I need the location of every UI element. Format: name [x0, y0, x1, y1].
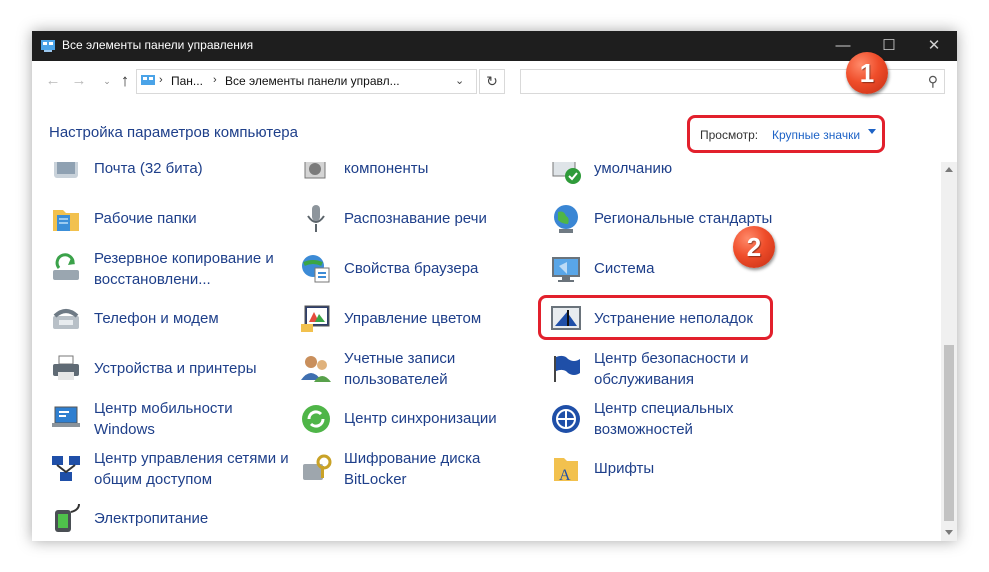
item-label: Распознавание речи	[344, 210, 487, 227]
item-label: Центр управления сетями и общим доступом	[94, 450, 289, 488]
close-button[interactable]: ✕	[911, 31, 957, 61]
item-label: Управление цветом	[344, 310, 482, 327]
breadcrumb-item[interactable]: Все элементы панели управл...	[225, 74, 400, 88]
step-badge-2: 2	[733, 226, 775, 268]
users-icon	[301, 356, 331, 382]
item-security-maintenance[interactable]: Центр безопасности и обслуживания	[549, 350, 797, 396]
item-label: Телефон и модем	[94, 310, 219, 327]
step-badge-1: 1	[846, 52, 888, 94]
item-label: Центр мобильности Windows	[94, 400, 233, 438]
item-programs[interactable]: компоненты	[299, 162, 547, 196]
scroll-thumb[interactable]	[944, 345, 954, 521]
color-management-icon	[301, 305, 330, 332]
printer-icon	[53, 355, 79, 380]
backup-icon	[53, 253, 79, 280]
control-panel-window: Все элементы панели управления — ☐ ✕ ← →…	[32, 31, 957, 541]
item-mobility-center[interactable]: Центр мобильности Windows	[49, 400, 297, 446]
highlight-box-troubleshooting	[538, 295, 773, 340]
work-folders-icon	[53, 210, 79, 231]
navigation-bar: ← → ⌄ ↑ › Пан... › Все элементы панели у…	[32, 61, 957, 103]
item-fonts[interactable]: A Шрифты	[549, 452, 797, 496]
item-label: Резервное копирование и восстановлени...	[94, 250, 274, 288]
default-programs-icon	[552, 162, 581, 184]
item-label: Электропитание	[94, 510, 209, 527]
item-browser-properties[interactable]: Свойства браузера	[299, 252, 547, 296]
scroll-up-arrow-icon[interactable]	[945, 167, 953, 172]
item-label: Свойства браузера	[344, 260, 479, 277]
item-mail[interactable]: Почта (32 бита)	[49, 162, 297, 196]
item-network-center[interactable]: Центр управления сетями и общим доступом	[49, 450, 297, 496]
item-label: умолчанию	[594, 162, 673, 177]
item-color-management[interactable]: Управление цветом	[299, 302, 547, 346]
item-default-programs[interactable]: умолчанию	[549, 162, 797, 196]
system-icon	[552, 257, 580, 282]
item-label: Шифрование диска BitLocker	[344, 450, 481, 488]
item-label: Региональные стандарты	[594, 210, 773, 227]
back-arrow-icon[interactable]: ←	[44, 72, 62, 90]
forward-arrow-icon[interactable]: →	[70, 72, 88, 90]
accessibility-icon	[552, 405, 580, 433]
window-title: Все элементы панели управления	[62, 38, 254, 52]
item-label: Центр безопасности и обслуживания	[594, 350, 749, 388]
item-power-options[interactable]: Электропитание	[49, 502, 297, 541]
up-arrow-icon[interactable]: ↑	[116, 72, 134, 90]
breadcrumb-separator: ›	[159, 74, 163, 86]
control-panel-icon	[41, 40, 55, 52]
address-bar[interactable]: › Пан... › Все элементы панели управл...…	[136, 69, 477, 94]
item-phone-modem[interactable]: Телефон и модем	[49, 302, 297, 346]
svg-text:A: A	[559, 467, 571, 484]
power-icon	[55, 503, 80, 532]
item-sync-center[interactable]: Центр синхронизации	[299, 402, 547, 446]
item-label: Рабочие папки	[94, 210, 197, 227]
breadcrumb-item[interactable]: Пан...	[171, 74, 203, 88]
item-label: Почта (32 бита)	[94, 162, 203, 177]
fonts-icon: A	[554, 458, 578, 484]
breadcrumb-separator: ›	[213, 74, 217, 86]
page-title: Настройка параметров компьютера	[49, 124, 298, 141]
programs-icon	[304, 162, 326, 179]
chevron-down-icon[interactable]: ⌄	[455, 74, 464, 87]
mail-icon	[54, 162, 78, 178]
globe-icon	[554, 205, 578, 233]
item-label: Центр специальных возможностей	[594, 400, 734, 438]
mobility-icon	[52, 406, 80, 427]
item-bitlocker[interactable]: Шифрование диска BitLocker	[299, 450, 547, 496]
vertical-scrollbar[interactable]	[941, 162, 957, 541]
title-bar[interactable]: Все элементы панели управления — ☐ ✕	[32, 31, 957, 61]
item-user-accounts[interactable]: Учетные записи пользователей	[299, 350, 547, 396]
search-icon: ⚲	[927, 73, 938, 89]
item-accessibility-center[interactable]: Центр специальных возможностей	[549, 400, 797, 446]
item-label: Учетные записи пользователей	[344, 350, 456, 388]
flag-icon	[554, 355, 580, 382]
browser-icon	[302, 255, 330, 283]
scroll-down-arrow-icon[interactable]	[945, 530, 953, 535]
item-label: Центр синхронизации	[344, 410, 497, 427]
network-icon	[52, 456, 80, 481]
control-panel-icon	[141, 75, 155, 85]
item-backup[interactable]: Резервное копирование и восстановлени...	[49, 250, 297, 296]
items-grid: Почта (32 бита) Рабочие папки Резервное …	[32, 162, 941, 541]
item-label: компоненты	[344, 162, 429, 177]
microphone-icon	[307, 205, 325, 232]
item-label: Устройства и принтеры	[94, 360, 257, 377]
phone-modem-icon	[53, 309, 79, 329]
item-label: Шрифты	[594, 460, 655, 477]
highlight-box-view-by	[687, 115, 885, 153]
sync-icon	[302, 405, 330, 433]
recent-locations-icon[interactable]: ⌄	[98, 72, 116, 90]
refresh-button[interactable]: ↻	[479, 69, 505, 94]
item-work-folders[interactable]: Рабочие папки	[49, 202, 297, 246]
item-speech-recognition[interactable]: Распознавание речи	[299, 202, 547, 246]
item-devices-printers[interactable]: Устройства и принтеры	[49, 352, 297, 396]
bitlocker-icon	[303, 454, 332, 480]
